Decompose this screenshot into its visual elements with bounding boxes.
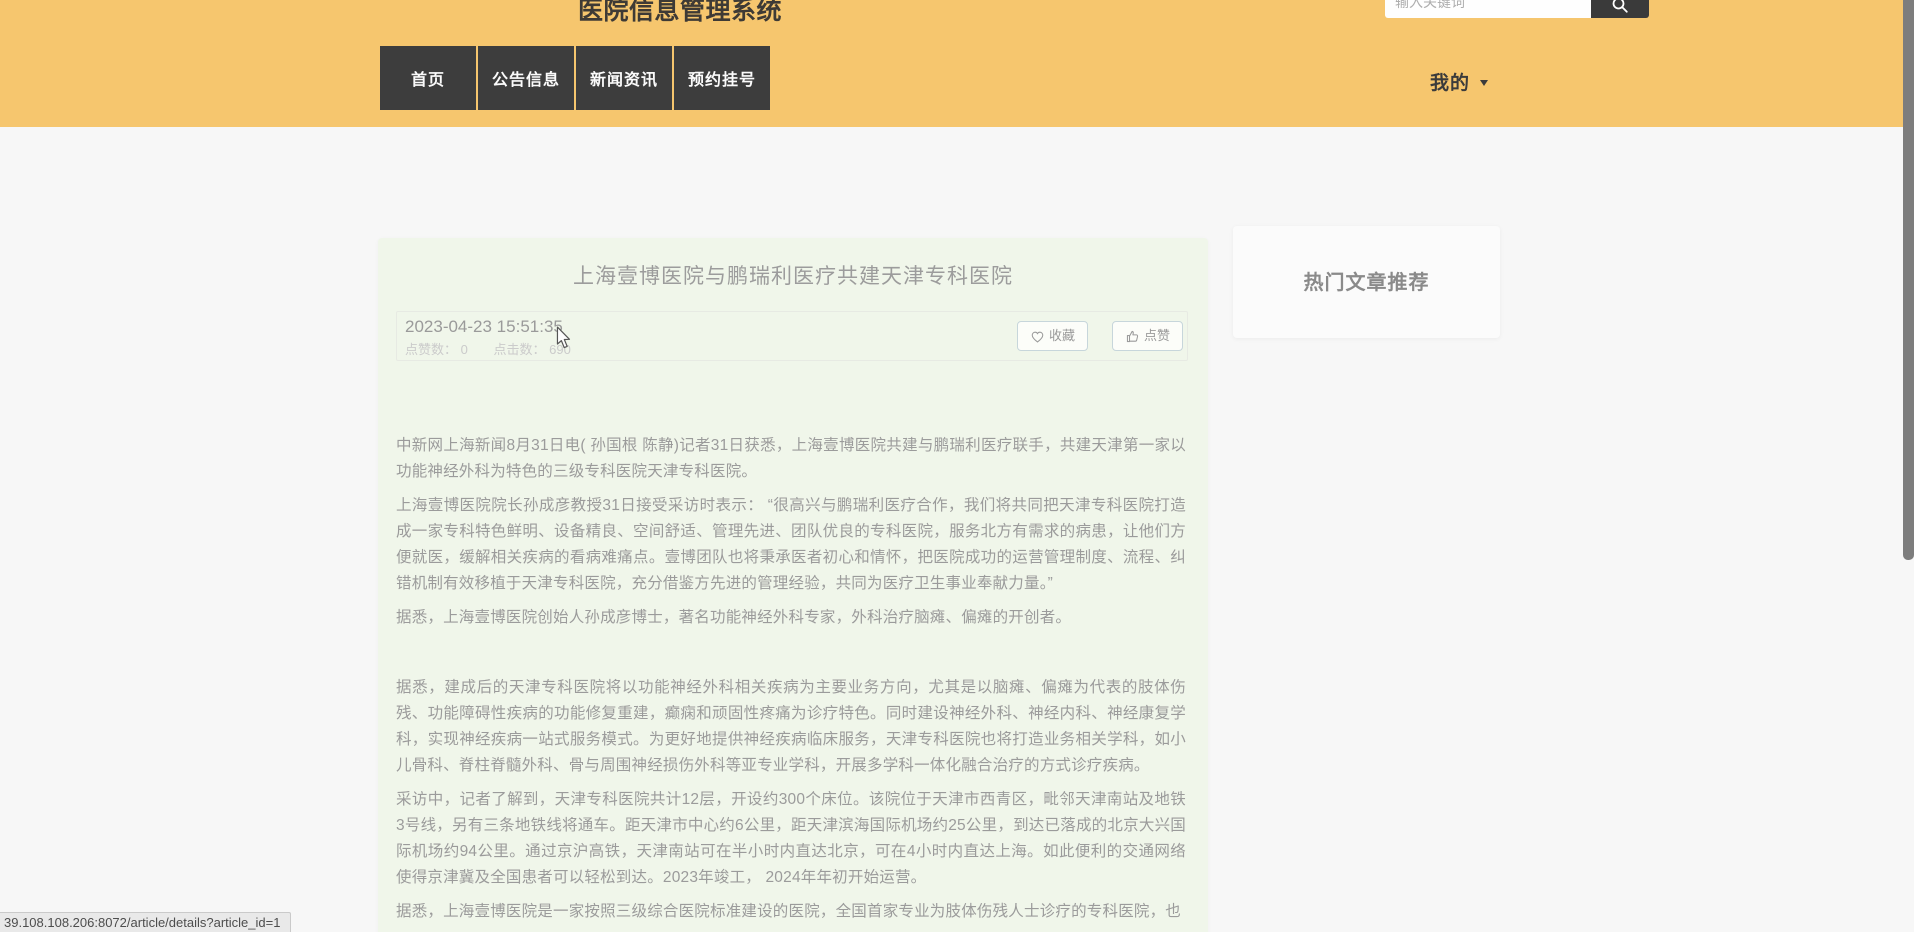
thumb-up-icon — [1125, 329, 1140, 344]
likes-label: 点赞数： — [405, 342, 458, 357]
chevron-down-icon — [1480, 80, 1489, 86]
article-paragraph: 据悉，建成后的天津专科医院将以功能神经外科相关疾病为主要业务方向，尤其是以脑瘫、… — [396, 679, 1186, 774]
link-preview-statusbar: 39.108.108.206:8072/article/details?arti… — [0, 912, 292, 932]
article-paragraph: 中新网上海新闻8月31日电( 孙国根 陈静)记者31日获悉，上海壹博医院共建与鹏… — [396, 437, 1186, 480]
search-icon — [1611, 0, 1629, 14]
hot-articles-card: 热门文章推荐 — [1233, 226, 1500, 338]
clicks-label: 点击数： — [493, 342, 546, 357]
search-bar — [1385, 0, 1649, 18]
likes-count: 0 — [460, 342, 468, 357]
clicks-count: 690 — [549, 342, 571, 357]
article-paragraph: 据悉，上海壹博医院是一家按照三级综合医院标准建设的医院，全国首家专业为肢体伤残人… — [396, 903, 1182, 920]
tab-appointment[interactable]: 预约挂号 — [674, 46, 770, 110]
like-button-label: 点赞 — [1143, 328, 1170, 343]
tab-news[interactable]: 新闻资讯 — [576, 46, 672, 110]
search-button[interactable] — [1591, 0, 1649, 18]
tab-home[interactable]: 首页 — [380, 46, 476, 110]
like-button[interactable]: 点赞 — [1111, 321, 1183, 351]
article-body: 中新网上海新闻8月31日电( 孙国根 陈静)记者31日获悉，上海壹博医院共建与鹏… — [396, 433, 1186, 932]
vertical-scrollbar-thumb[interactable] — [1903, 0, 1914, 560]
user-menu[interactable]: 我的 — [1430, 68, 1489, 95]
article-paragraph: 采访中，记者了解到，天津专科医院共计12层，开设约300个床位。该院位于天津市西… — [396, 791, 1186, 886]
article-meta-box: 2023-04-23 15:51:35 点赞数： 0 点击数： 690 收藏 点… — [396, 311, 1188, 361]
site-title[interactable]: 医院信息管理系统 — [578, 0, 782, 27]
article-title: 上海壹博医院与鹏瑞利医疗共建天津专科医院 — [573, 265, 1013, 288]
user-menu-label: 我的 — [1430, 73, 1471, 94]
favorite-button-label: 收藏 — [1048, 328, 1075, 343]
article-actions: 收藏 点赞 — [1016, 321, 1183, 351]
article-paragraph: 据悉，上海壹博医院创始人孙成彦博士，著名功能神经外科专家，外科治疗脑瘫、偏瘫的开… — [396, 609, 1072, 626]
article-paragraph: 上海壹博医院院长孙成彦教授31日接受采访时表示： “很高兴与鹏瑞利医疗合作，我们… — [396, 497, 1186, 592]
screen: 医院信息管理系统 首页 公告信息 新闻资讯 预约挂号 我的 — [0, 0, 1914, 932]
favorite-button[interactable]: 收藏 — [1016, 321, 1088, 351]
article-card: 上海壹博医院与鹏瑞利医疗共建天津专科医院 2023-04-23 15:51:35… — [378, 238, 1208, 932]
hot-articles-title: 热门文章推荐 — [1303, 272, 1430, 294]
header: 医院信息管理系统 首页 公告信息 新闻资讯 预约挂号 我的 — [0, 0, 1914, 127]
heart-icon — [1030, 329, 1045, 344]
search-input[interactable] — [1385, 0, 1591, 18]
main-nav: 首页 公告信息 新闻资讯 预约挂号 — [380, 46, 770, 110]
tab-announcements[interactable]: 公告信息 — [478, 46, 574, 110]
